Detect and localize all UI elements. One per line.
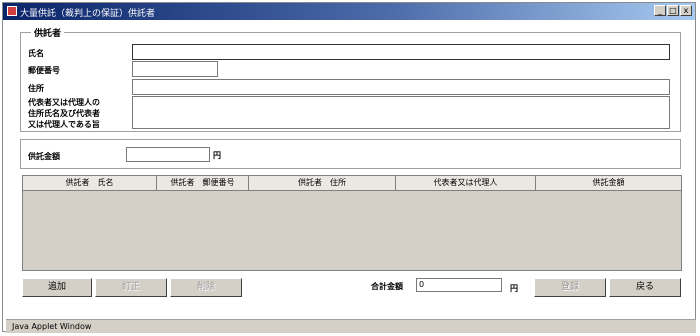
postal-code-input[interactable] [132, 61, 218, 77]
status-bar-text: Java Applet Window [12, 322, 92, 331]
app-icon [7, 6, 17, 16]
depositor-group: 供託者 氏名 郵便番号 住所 代表者又は代理人の 住所氏名及び代表者 又は代理人… [20, 26, 681, 132]
representative-label-line-2: 住所氏名及び代表者 [28, 109, 100, 118]
total-label: 合計金額 [371, 282, 403, 291]
window-title: 大量供託（裁判上の保証）供託者 [20, 9, 156, 19]
column-header-address[interactable]: 供託者 住所 [249, 176, 396, 190]
column-header-amount[interactable]: 供託金額 [536, 176, 681, 190]
applet-window: 大量供託（裁判上の保証）供託者 _ □ x 供託者 氏名 郵便番号 住所 代表者… [2, 2, 696, 333]
address-input[interactable] [132, 79, 670, 95]
column-header-name[interactable]: 供託者 氏名 [23, 176, 157, 190]
amount-input[interactable] [126, 147, 210, 162]
title-bar[interactable]: 大量供託（裁判上の保証）供託者 _ □ x [3, 3, 695, 20]
representative-label-line-3: 又は代理人である旨 [28, 120, 100, 129]
table-header: 供託者 氏名 供託者 郵便番号 供託者 住所 代表者又は代理人 供託金額 [23, 176, 681, 191]
minimize-button[interactable]: _ [654, 5, 666, 16]
add-button[interactable]: 追加 [22, 278, 92, 297]
column-header-representative[interactable]: 代表者又は代理人 [396, 176, 536, 190]
edit-button[interactable]: 訂正 [95, 278, 167, 297]
total-amount-field: 0 [416, 278, 502, 292]
close-button[interactable]: x [680, 5, 692, 16]
depositor-group-legend: 供託者 [31, 26, 65, 39]
representative-label-line-1: 代表者又は代理人の [28, 98, 100, 107]
amount-label: 供託金額 [28, 152, 60, 161]
name-label: 氏名 [28, 49, 44, 58]
column-header-postal-code[interactable]: 供託者 郵便番号 [157, 176, 249, 190]
representative-textarea[interactable] [132, 96, 670, 129]
address-label: 住所 [28, 84, 44, 93]
name-input[interactable] [132, 44, 670, 60]
status-bar: Java Applet Window [6, 319, 696, 333]
total-unit: 円 [510, 284, 518, 293]
maximize-button[interactable]: □ [667, 5, 679, 16]
amount-group: 供託金額 円 [20, 139, 681, 169]
postal-code-label: 郵便番号 [28, 66, 60, 75]
delete-button[interactable]: 削除 [170, 278, 242, 297]
amount-unit: 円 [213, 151, 221, 160]
back-button[interactable]: 戻る [609, 278, 681, 297]
register-button[interactable]: 登録 [534, 278, 606, 297]
depositor-table[interactable]: 供託者 氏名 供託者 郵便番号 供託者 住所 代表者又は代理人 供託金額 [22, 175, 682, 271]
